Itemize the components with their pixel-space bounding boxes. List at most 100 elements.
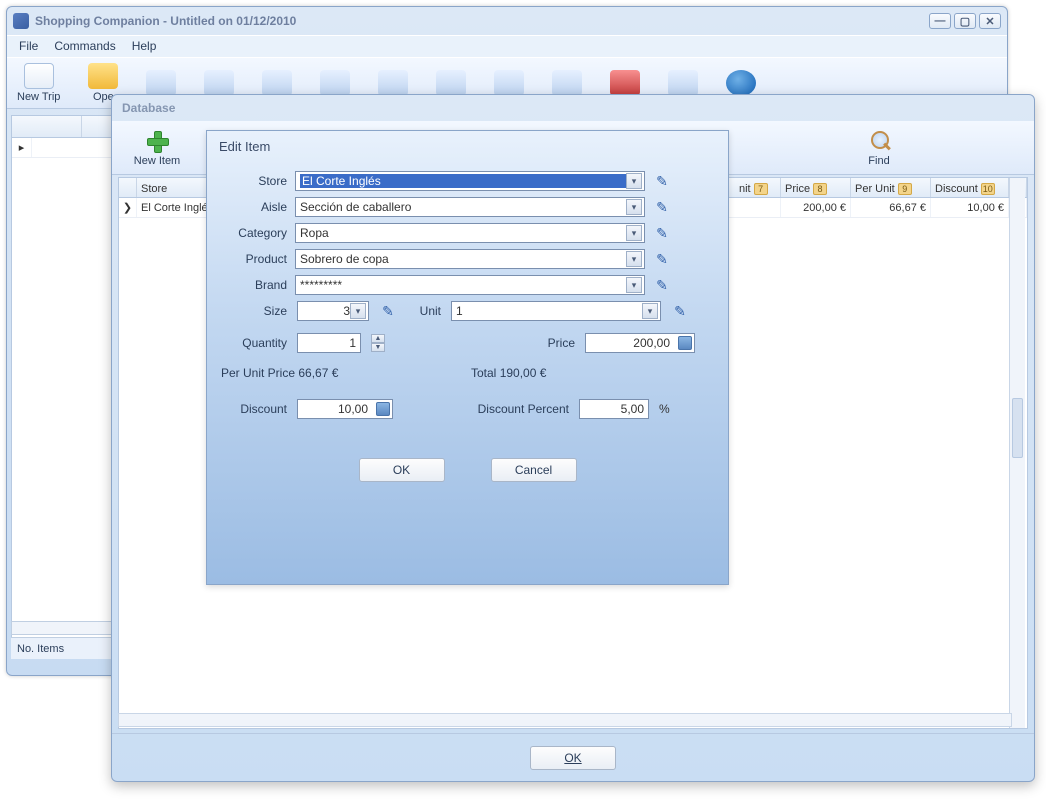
edit-size-icon[interactable] [379,302,397,320]
ok-button[interactable]: OK [359,458,445,482]
tool-delete[interactable] [610,70,640,96]
col-unit[interactable]: nit 7 [735,178,781,197]
menu-file[interactable]: File [11,36,46,57]
cell-unit[interactable] [735,198,781,217]
edit-aisle-icon[interactable] [653,198,671,216]
calculator-icon[interactable] [678,336,692,350]
tool-9[interactable] [494,70,524,96]
tool-6[interactable] [320,70,350,96]
chevron-down-icon[interactable]: ▾ [626,225,642,241]
calculator-icon[interactable] [376,402,390,416]
label-unit: Unit [407,304,441,318]
row-perunit-total: Per Unit Price 66,67 € Total 190,00 € [207,356,728,390]
database-footer: OK [112,733,1034,781]
store-combo[interactable]: El Corte Inglés ▾ [295,171,645,191]
tool-icon-12 [668,70,698,96]
row-marker: ▸ [12,138,32,157]
discount-percent-value: 5,00 [621,402,644,416]
tool-help[interactable] [726,70,756,96]
label-aisle: Aisle [221,200,287,214]
quantity-input[interactable]: 1 [297,333,361,353]
label-product: Product [221,252,287,266]
label-brand: Brand [221,278,287,292]
row-store: Store El Corte Inglés ▾ [207,168,728,194]
col-price[interactable]: Price 8 [781,178,851,197]
col-discount[interactable]: Discount 10 [931,178,1009,197]
col-per-unit[interactable]: Per Unit 9 [851,178,931,197]
tool-10[interactable] [552,70,582,96]
tool-7[interactable] [378,70,408,96]
product-combo[interactable]: Sobrero de copa ▾ [295,249,645,269]
aisle-combo[interactable]: Sección de caballero ▾ [295,197,645,217]
discount-percent-input[interactable]: 5,00 [579,399,649,419]
tool-find[interactable]: Find [844,129,914,167]
main-titlebar[interactable]: Shopping Companion - Untitled on 01/12/2… [7,7,1007,35]
chevron-down-icon[interactable]: ▾ [350,303,366,319]
row-marker-header [12,116,82,137]
cell-discount[interactable]: 10,00 € [931,198,1009,217]
chevron-down-icon[interactable]: ▾ [626,199,642,215]
chevron-down-icon[interactable]: ▾ [642,303,658,319]
label-discount: Discount [221,402,287,416]
database-title: Database [122,101,175,115]
row-qty-price: Quantity 1 ▲ ▼ Price 200,00 [207,330,728,356]
category-combo[interactable]: Ropa ▾ [295,223,645,243]
spin-up-icon[interactable]: ▲ [371,334,385,343]
unit-combo[interactable]: 1 ▾ [451,301,661,321]
tool-3[interactable] [146,70,176,96]
brand-combo[interactable]: ********* ▾ [295,275,645,295]
price-input[interactable]: 200,00 [585,333,695,353]
scrollbar-thumb[interactable] [1012,398,1023,458]
database-ok-button[interactable]: OK [530,746,616,770]
col-badge-7: 7 [754,183,768,195]
chevron-down-icon[interactable]: ▾ [626,251,642,267]
category-value: Ropa [300,226,626,240]
database-titlebar[interactable]: Database [112,95,1034,121]
edit-product-icon[interactable] [653,250,671,268]
main-grid-cell-store[interactable] [32,138,120,157]
row-category: Category Ropa ▾ [207,220,728,246]
open-icon [88,63,118,89]
menu-help[interactable]: Help [124,36,165,57]
menubar: File Commands Help [7,35,1007,57]
tool-icon-5 [262,70,292,96]
chevron-down-icon[interactable]: ▾ [626,173,642,189]
tool-8[interactable] [436,70,466,96]
chevron-down-icon[interactable]: ▾ [626,277,642,293]
maximize-button[interactable]: ▢ [954,13,976,29]
tool-12[interactable] [668,70,698,96]
font-icon [320,70,350,96]
per-unit-price-value: 66,67 € [298,366,338,380]
cell-per-unit[interactable]: 66,67 € [851,198,931,217]
edit-unit-icon[interactable] [671,302,689,320]
edit-item-title: Edit Item [207,131,728,168]
tool-4[interactable] [204,70,234,96]
discount-input[interactable]: 10,00 [297,399,393,419]
close-button[interactable]: ✕ [979,13,1001,29]
database-vertical-scrollbar[interactable] [1009,178,1025,728]
minimize-button[interactable]: — [929,13,951,29]
unit-value: 1 [456,304,642,318]
menu-commands[interactable]: Commands [46,36,123,57]
magnifier-icon [865,129,893,153]
quantity-stepper[interactable]: ▲ ▼ [371,334,385,352]
database-horizontal-scrollbar[interactable] [118,713,1012,727]
edit-store-icon[interactable] [653,172,671,190]
spin-down-icon[interactable]: ▼ [371,343,385,352]
size-combo[interactable]: 3 ▾ [297,301,369,321]
cancel-button[interactable]: Cancel [491,458,577,482]
label-store: Store [221,174,287,188]
tool-new-trip-label: New Trip [17,91,60,103]
tool-new-item[interactable]: New Item [122,129,192,167]
app-icon [13,13,29,29]
store-value: El Corte Inglés [300,174,626,188]
edit-brand-icon[interactable] [653,276,671,294]
tool-5[interactable] [262,70,292,96]
tool-new-item-label: New Item [134,155,180,167]
new-trip-icon [24,63,54,89]
price-value: 200,00 [633,336,670,350]
cell-price[interactable]: 200,00 € [781,198,851,217]
main-window-title: Shopping Companion - Untitled on 01/12/2… [35,14,296,28]
tool-new-trip[interactable]: New Trip [17,63,60,103]
edit-category-icon[interactable] [653,224,671,242]
